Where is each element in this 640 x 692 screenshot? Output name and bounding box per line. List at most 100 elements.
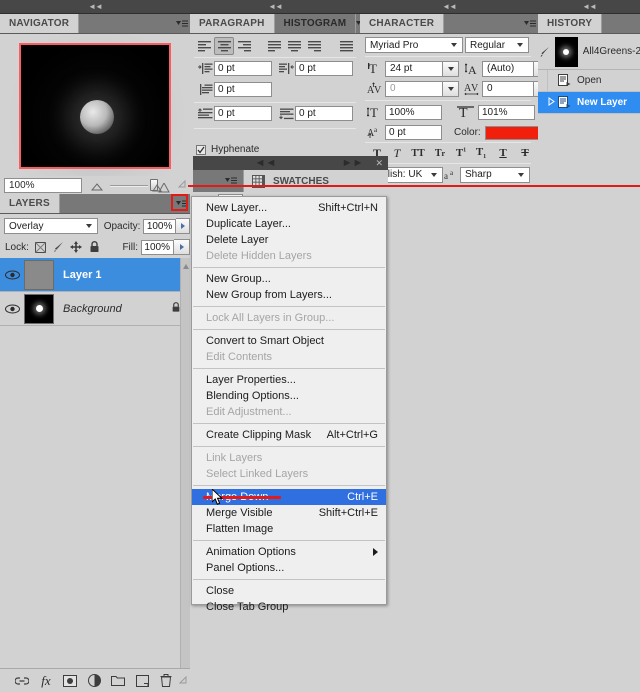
table-row[interactable]: Layer 1 <box>0 258 190 292</box>
zoom-out-icon[interactable] <box>90 183 104 191</box>
list-item[interactable]: All4Greens-2020 <box>538 34 640 70</box>
navigator-dock-bar[interactable]: ◄◄ <box>0 0 190 14</box>
indent-first-line-input[interactable]: 0 pt <box>214 82 272 97</box>
kerning-input[interactable]: 0 <box>385 80 443 97</box>
zoom-in-icon[interactable] <box>152 183 170 193</box>
blend-mode-select[interactable]: Overlay <box>4 218 98 234</box>
menu-item-new-group[interactable]: New Group... <box>192 271 386 287</box>
menu-item-close-tab-group[interactable]: Close Tab Group <box>192 599 386 615</box>
collapse-to-icons-icon[interactable]: ◄◄ <box>268 2 283 11</box>
collapse-to-icons-icon[interactable]: ◄◄ <box>442 2 457 11</box>
collapse-to-icons-icon[interactable]: ◄◄ <box>88 2 103 11</box>
justify-last-right-icon[interactable] <box>304 37 324 55</box>
zoom-input[interactable]: 100% <box>4 177 82 193</box>
color-panel-menu-button[interactable] <box>193 170 243 192</box>
tab-histogram[interactable]: HISTOGRAM <box>274 14 357 33</box>
menu-item-create-clipping-mask[interactable]: Create Clipping Mask Alt+Ctrl+G <box>192 427 386 443</box>
menu-item-duplicate-layer[interactable]: Duplicate Layer... <box>192 216 386 232</box>
justify-all-icon[interactable] <box>336 37 356 55</box>
horizontal-scale-input[interactable]: 101% <box>478 105 535 120</box>
strikethrough-icon[interactable]: T <box>515 145 535 161</box>
tracking-input[interactable]: 0 <box>482 80 534 97</box>
fill-stepper[interactable] <box>174 239 190 255</box>
font-style-select[interactable]: Regular <box>465 37 529 53</box>
resize-grip-icon[interactable] <box>178 675 187 687</box>
tab-navigator[interactable]: NAVIGATOR <box>0 14 80 33</box>
layer-style-fx-icon[interactable]: fx <box>34 670 58 692</box>
collapse-to-icons-icon[interactable]: ◄◄ <box>255 157 277 169</box>
space-after-input[interactable]: 0 pt <box>295 106 353 121</box>
baseline-shift-input[interactable]: 0 pt <box>385 125 442 140</box>
align-right-icon[interactable] <box>234 37 254 55</box>
lock-transparent-pixels-icon[interactable] <box>34 241 47 254</box>
subscript-icon[interactable]: T1 <box>471 145 491 161</box>
navigator-thumbnail[interactable] <box>19 43 171 169</box>
layers-scrollbar[interactable] <box>180 258 190 674</box>
justify-last-left-icon[interactable] <box>264 37 284 55</box>
hyphenate-checkbox[interactable] <box>196 144 206 155</box>
layer-name[interactable]: Background <box>63 303 122 315</box>
character-dock-bar[interactable]: ◄◄ <box>360 0 538 14</box>
fill-input[interactable]: 100% <box>141 239 174 255</box>
scroll-up-arrow-icon[interactable] <box>183 260 189 269</box>
lock-all-icon[interactable] <box>88 241 101 254</box>
indent-left-input[interactable]: 0 pt <box>214 61 272 76</box>
list-item[interactable]: New Layer <box>538 92 640 114</box>
menu-item-flatten-image[interactable]: Flatten Image <box>192 521 386 537</box>
paragraph-dock-bar[interactable]: ◄◄ <box>190 0 360 14</box>
lock-image-pixels-icon[interactable] <box>52 241 65 254</box>
layer-visibility-icon[interactable] <box>0 304 24 314</box>
menu-item-layer-properties[interactable]: Layer Properties... <box>192 372 386 388</box>
close-icon[interactable]: ✕ <box>375 158 383 169</box>
resize-grip-icon[interactable] <box>177 179 186 191</box>
expand-icon[interactable]: ►► <box>342 157 364 169</box>
italic-icon[interactable]: T <box>387 145 407 161</box>
layer-name[interactable]: Layer 1 <box>63 269 102 281</box>
font-family-select[interactable]: Myriad Pro <box>365 37 463 53</box>
navigator-preview-area[interactable] <box>14 39 176 173</box>
font-size-input[interactable]: 24 pt <box>385 60 443 77</box>
history-source-icon[interactable] <box>538 46 555 58</box>
opacity-stepper[interactable] <box>176 218 190 234</box>
antialias-select[interactable]: Sharp <box>460 166 530 183</box>
leading-input[interactable]: (Auto) <box>482 60 534 77</box>
hyphenate-row[interactable]: Hyphenate <box>196 144 259 155</box>
menu-item-convert-to-smart-object[interactable]: Convert to Smart Object <box>192 333 386 349</box>
new-layer-icon[interactable] <box>130 670 154 692</box>
vertical-scale-input[interactable]: 100% <box>385 105 442 120</box>
menu-item-new-layer[interactable]: New Layer... Shift+Ctrl+N <box>192 200 386 216</box>
layer-thumbnail[interactable] <box>24 259 54 290</box>
font-size-dropdown[interactable] <box>443 60 459 77</box>
add-layer-mask-icon[interactable] <box>58 670 82 692</box>
tab-swatches[interactable]: SWATCHES <box>243 170 388 192</box>
align-center-icon[interactable] <box>214 37 234 55</box>
history-brush-toggle[interactable] <box>538 92 548 113</box>
zoom-slider-track[interactable] <box>110 185 148 187</box>
superscript-icon[interactable]: T1 <box>451 145 471 161</box>
menu-item-panel-options[interactable]: Panel Options... <box>192 560 386 576</box>
menu-item-close[interactable]: Close <box>192 583 386 599</box>
collapse-to-icons-icon[interactable]: ◄◄ <box>582 2 597 11</box>
kerning-dropdown[interactable] <box>443 80 459 97</box>
character-panel-menu-button[interactable] <box>522 14 538 33</box>
justify-last-center-icon[interactable] <box>284 37 304 55</box>
indent-right-input[interactable]: 0 pt <box>295 61 353 76</box>
snapshot-thumbnail[interactable] <box>554 36 578 67</box>
history-brush-toggle[interactable] <box>538 70 548 91</box>
menu-item-animation-options[interactable]: Animation Options <box>192 544 386 560</box>
zoom-slider[interactable] <box>88 177 172 193</box>
history-dock-bar[interactable]: ◄◄ <box>538 0 640 14</box>
underline-icon[interactable]: T <box>491 145 515 161</box>
layer-visibility-icon[interactable] <box>0 270 24 280</box>
menu-item-new-group-from-layers[interactable]: New Group from Layers... <box>192 287 386 303</box>
lock-position-icon[interactable] <box>70 241 83 254</box>
tab-history[interactable]: HISTORY <box>538 14 603 33</box>
layer-thumbnail[interactable] <box>24 293 54 324</box>
new-adjustment-layer-icon[interactable] <box>82 670 106 692</box>
opacity-input[interactable]: 100% <box>143 218 177 234</box>
small-caps-icon[interactable]: Tr <box>429 145 451 161</box>
color-panel-dock-bar[interactable]: ◄◄ <box>193 156 338 170</box>
link-layers-icon[interactable] <box>10 670 34 692</box>
space-before-input[interactable]: 0 pt <box>214 106 272 121</box>
all-caps-icon[interactable]: TT <box>407 145 429 161</box>
